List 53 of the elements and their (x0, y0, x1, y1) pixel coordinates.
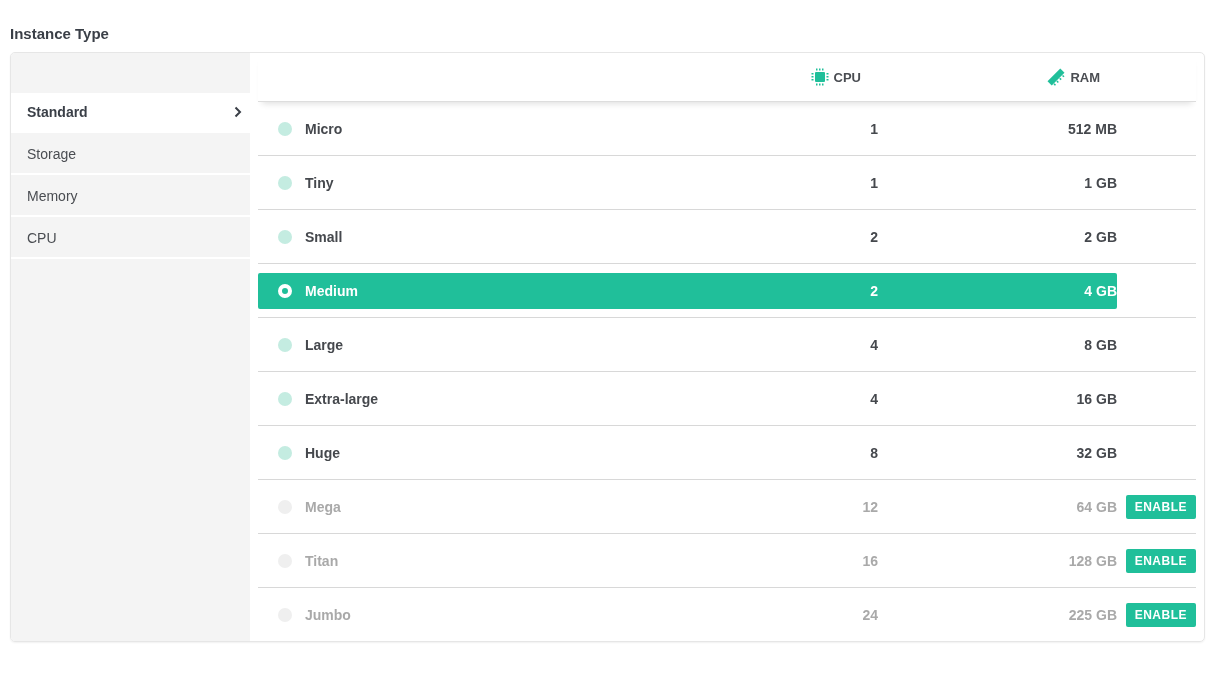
radio-button[interactable] (278, 283, 292, 298)
ram-size: 2 GB (1083, 228, 1117, 245)
instance-name: Jumbo (305, 606, 351, 623)
cpu-count: 16 (861, 552, 878, 569)
ram-size: 16 GB (1075, 390, 1117, 407)
ram-size: 32 GB (1075, 444, 1117, 461)
ram-size: 225 GB (1067, 606, 1117, 623)
instance-row[interactable]: Huge 8 32 GB (258, 434, 1117, 471)
cpu-count: 1 (869, 174, 878, 191)
instance-name: Micro (305, 120, 343, 137)
category-label: Standard (27, 104, 88, 120)
cpu-count: 4 (869, 390, 878, 407)
instance-row[interactable]: Tiny 1 1 GB (258, 164, 1117, 201)
radio-button[interactable] (278, 445, 292, 460)
radio-button[interactable] (278, 229, 292, 244)
ram-size: 64 GB (1075, 498, 1117, 515)
column-header: RAM (1070, 69, 1100, 85)
instance-row[interactable]: Small 2 2 GB (258, 218, 1117, 255)
column-header: CPU (833, 69, 861, 85)
cpu-count: 8 (869, 444, 878, 461)
instance-row[interactable]: Extra-large 4 16 GB (258, 380, 1117, 417)
ram-size: 512 MB (1066, 120, 1117, 137)
instance-name: Large (305, 336, 344, 353)
instance-name: Medium (305, 282, 358, 299)
radio-button[interactable] (278, 337, 292, 352)
instance-name: Small (305, 228, 343, 245)
cpu-count: 2 (869, 282, 878, 299)
instance-name: Titan (305, 552, 339, 569)
instance-name: Mega (305, 498, 341, 515)
ram-size: 4 GB (1083, 282, 1117, 299)
instance-row[interactable]: Large 4 8 GB (258, 326, 1117, 363)
ram-size: 1 GB (1083, 174, 1117, 191)
instance-name: Extra-large (305, 390, 379, 407)
cpu-count: 1 (869, 120, 878, 137)
cpu-count: 4 (869, 336, 878, 353)
radio-button[interactable] (278, 121, 292, 136)
chevron-right-icon (234, 106, 242, 118)
instance-row[interactable]: Micro 1 512 MB (258, 110, 1117, 147)
section-title: Instance Type (10, 24, 110, 44)
category-label: CPU (27, 230, 57, 246)
category-label: Memory (27, 188, 78, 204)
radio-button[interactable] (278, 391, 292, 406)
ram-size: 8 GB (1083, 336, 1117, 353)
cpu-count: 2 (869, 228, 878, 245)
cpu-count: 24 (861, 606, 878, 623)
instance-name: Tiny (305, 174, 334, 191)
cpu-count: 12 (861, 498, 878, 515)
chip-icon (810, 68, 829, 86)
category-label: Storage (27, 146, 77, 162)
category-item[interactable]: Standard (11, 93, 250, 133)
instance-name: Huge (305, 444, 340, 461)
ram-size: 128 GB (1067, 552, 1117, 569)
radio-button[interactable] (278, 175, 292, 190)
